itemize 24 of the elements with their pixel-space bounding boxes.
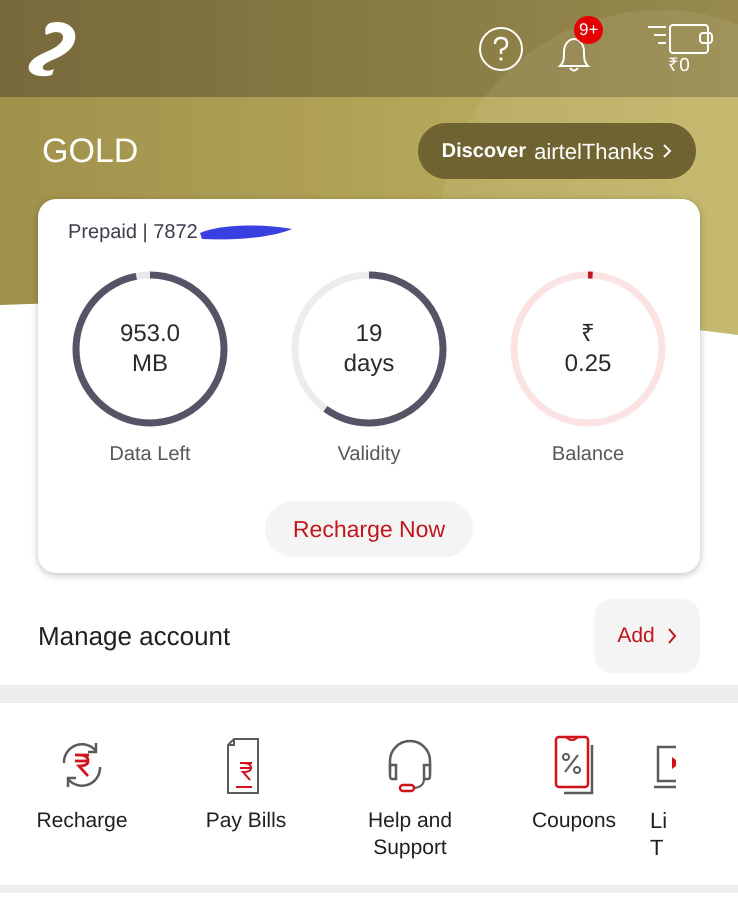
meter-label: Balance [552, 442, 624, 467]
meter-unit: MB [132, 349, 168, 379]
quick-action-label[interactable]: Recharge [27, 807, 137, 834]
add-button[interactable]: Add [594, 599, 700, 673]
meter-unit: 0.25 [564, 349, 612, 379]
recharge-now-button[interactable]: Recharge Now [264, 501, 474, 557]
chevron-icon [662, 143, 672, 159]
discover-button[interactable]: Discover airtelThanks [418, 123, 696, 179]
help-icon[interactable] [478, 26, 524, 72]
meter-label: Data Left [109, 442, 191, 467]
meter-value: ₹ [581, 319, 595, 349]
meter-value: 953.0 [120, 319, 180, 349]
quick-action-label[interactable]: Coupons [519, 807, 629, 834]
wallet-balance: ₹0 [668, 54, 690, 76]
quick-action-label[interactable]: Li T [650, 807, 672, 861]
account-number: Prepaid | 7872 [68, 220, 198, 245]
chevron-icon [666, 627, 677, 645]
section-title: Manage account [38, 620, 230, 652]
meter-unit: days [344, 349, 394, 379]
quick-action-label[interactable]: Help and Support [355, 807, 465, 861]
tier-label: GOLD [42, 130, 138, 172]
meter-value: 19 [356, 319, 382, 349]
meter-label: Validity [338, 442, 400, 467]
quick-action-label[interactable]: Pay Bills [191, 807, 301, 834]
